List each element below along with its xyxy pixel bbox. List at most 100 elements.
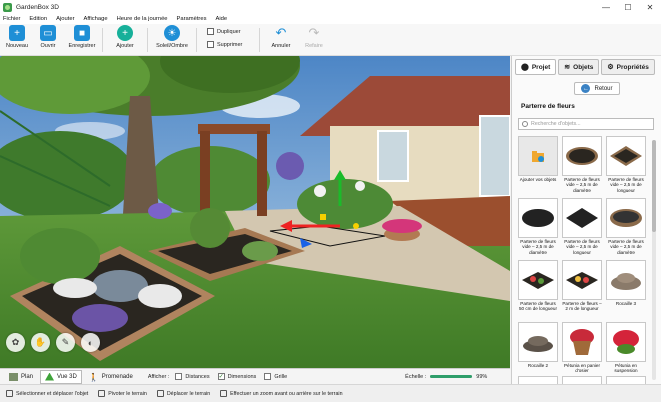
menu-help[interactable]: Aide bbox=[215, 16, 227, 22]
garden-scene bbox=[0, 56, 510, 368]
redo-button[interactable]: ↷ Refaire bbox=[295, 25, 333, 49]
tab-project-label: Projet bbox=[531, 63, 551, 71]
toolbar-separator bbox=[196, 28, 197, 52]
add-button[interactable]: + Ajouter bbox=[106, 25, 144, 49]
object-item[interactable] bbox=[562, 376, 602, 384]
object-caption: Parterre de fleurs vide – 2,5 m de diamè… bbox=[520, 239, 556, 255]
menu-file[interactable]: Fichier bbox=[3, 16, 20, 22]
object-item-add-own[interactable]: Ajouter vos objets bbox=[518, 136, 558, 182]
tilt-view-button[interactable]: ✎ bbox=[56, 333, 75, 352]
maximize-button[interactable]: ☐ bbox=[617, 0, 639, 14]
status-hint-text: Effectuer un zoom avant ou arrière sur l… bbox=[230, 390, 343, 397]
object-item[interactable]: Parterre de fleurs vide – 2,5 m de longu… bbox=[606, 136, 646, 193]
object-item[interactable]: Parterre de fleurs vide – 2,5 m de longu… bbox=[562, 198, 602, 255]
object-caption: Rocaille 2 bbox=[527, 363, 549, 368]
panel-tabs: ⬤ Projet ≋ Objets ⚙ Propriétés bbox=[515, 59, 657, 75]
object-thumbnail bbox=[562, 322, 602, 362]
planted-bed-icon bbox=[522, 272, 554, 289]
minimize-button[interactable]: — bbox=[595, 0, 617, 14]
menu-settings[interactable]: Paramètres bbox=[177, 16, 207, 22]
object-caption: Parterre de fleurs 50 cm de longueur bbox=[518, 301, 558, 312]
sun-label: Soleil/Ombre bbox=[156, 43, 188, 49]
scale-slider[interactable] bbox=[430, 375, 473, 378]
distances-checkbox[interactable]: Distances bbox=[175, 373, 210, 380]
app-icon bbox=[3, 2, 12, 12]
status-hint-text: Pivoter le terrain bbox=[108, 390, 147, 397]
menu-time-of-day[interactable]: Heure de la journée bbox=[117, 16, 168, 22]
object-item[interactable]: Rocaille 3 bbox=[606, 260, 646, 306]
toolbar-separator bbox=[102, 28, 103, 52]
tab-objects[interactable]: ≋ Objets bbox=[558, 59, 600, 75]
object-item[interactable]: Pétunia en suspension bbox=[606, 322, 646, 374]
purple-flowers bbox=[276, 152, 304, 180]
planted-bed-icon bbox=[566, 272, 598, 289]
scale-slider-fill bbox=[430, 375, 472, 378]
close-button[interactable]: ✕ bbox=[639, 0, 661, 14]
object-search-input[interactable]: Recherche d'objets... bbox=[518, 118, 654, 130]
rotate-handle[interactable] bbox=[353, 223, 359, 229]
menu-view[interactable]: Affichage bbox=[84, 16, 108, 22]
tab-3d-view[interactable]: Vue 3D bbox=[40, 369, 82, 384]
checkbox-unchecked bbox=[264, 373, 272, 380]
duplicate-button[interactable]: Dupliquer bbox=[207, 28, 241, 35]
panel-scrollbar[interactable] bbox=[652, 140, 656, 380]
object-thumbnail bbox=[518, 376, 558, 384]
delete-label: Supprimer bbox=[217, 41, 243, 48]
object-item[interactable] bbox=[518, 376, 558, 384]
menu-edit[interactable]: Edition bbox=[29, 16, 47, 22]
object-item[interactable]: Rocaille 2 bbox=[518, 322, 558, 368]
resize-handle[interactable] bbox=[320, 214, 326, 220]
menu-add[interactable]: Ajouter bbox=[56, 16, 74, 22]
walk-icon: 🚶 bbox=[88, 372, 99, 382]
status-hint-rotate: Pivoter le terrain bbox=[98, 390, 147, 397]
undo-label: Annuler bbox=[271, 43, 291, 49]
pan-view-button[interactable]: ✋ bbox=[31, 333, 50, 352]
object-item[interactable]: Pétunia en panier d'osier bbox=[562, 322, 602, 374]
save-label: Enregistrer bbox=[68, 43, 96, 49]
3d-viewport[interactable]: ✿ ✋ ✎ ◐ bbox=[0, 56, 510, 368]
pergola-post bbox=[257, 131, 267, 216]
layers-icon: ≋ bbox=[564, 64, 571, 71]
checkbox-checked: ✓ bbox=[217, 373, 225, 380]
checkbox-unchecked bbox=[175, 373, 183, 380]
tab-properties[interactable]: ⚙ Propriétés bbox=[601, 59, 655, 75]
object-caption: Pétunia en panier d'osier bbox=[563, 363, 600, 374]
grid-checkbox[interactable]: Grille bbox=[264, 373, 287, 380]
object-item[interactable]: Parterre de fleurs vide – 2,5 m de diamè… bbox=[606, 198, 646, 255]
redo-icon: ↷ bbox=[308, 25, 320, 40]
back-arrow-icon: ← bbox=[581, 84, 591, 93]
purple-flowers bbox=[148, 203, 172, 219]
object-caption: Parterre de fleurs vide – 2,5 m de longu… bbox=[564, 239, 600, 255]
house-door bbox=[479, 115, 510, 197]
object-item[interactable]: Parterre de fleurs – 2 m de longueur bbox=[562, 260, 602, 312]
save-button[interactable]: ■ Enregistrer bbox=[63, 25, 101, 49]
rotate-view-button[interactable]: ✿ bbox=[6, 333, 25, 352]
dimensions-checkbox[interactable]: ✓ Dimensions bbox=[217, 373, 256, 380]
tab-walk-label: Promenade bbox=[101, 373, 133, 380]
search-placeholder: Recherche d'objets... bbox=[531, 121, 581, 127]
zoom-view-button[interactable]: ◐ bbox=[81, 333, 100, 352]
object-item[interactable]: Parterre de fleurs vide – 2,5 m de diamè… bbox=[518, 198, 558, 255]
tab-plan[interactable]: Plan bbox=[4, 370, 38, 384]
toolbar: + Nouveau ▭ Ouvrir ■ Enregistrer + Ajout… bbox=[0, 24, 661, 56]
back-button[interactable]: ← Retour bbox=[574, 82, 620, 95]
tab-project[interactable]: ⬤ Projet bbox=[515, 59, 557, 75]
selected-flowerbed[interactable] bbox=[297, 179, 393, 229]
section-title: Parterre de fleurs bbox=[521, 103, 575, 110]
sun-shadow-button[interactable]: ☀ Soleil/Ombre bbox=[153, 25, 191, 49]
tab-walk[interactable]: 🚶 Promenade bbox=[84, 370, 138, 384]
distances-label: Distances bbox=[185, 373, 210, 380]
zoom-icon: ◐ bbox=[87, 337, 94, 348]
open-button[interactable]: ▭ Ouvrir bbox=[29, 25, 67, 49]
scrollbar-thumb[interactable] bbox=[652, 140, 656, 232]
object-item[interactable]: Parterre de fleurs 50 cm de longueur bbox=[518, 260, 558, 312]
delete-button[interactable]: Supprimer bbox=[207, 41, 242, 48]
object-item[interactable] bbox=[606, 376, 646, 384]
redo-label: Refaire bbox=[305, 43, 323, 49]
round-bed-icon bbox=[610, 209, 642, 227]
object-caption: Ajouter vos objets bbox=[519, 177, 557, 182]
project-icon: ⬤ bbox=[521, 64, 529, 71]
search-icon bbox=[522, 121, 528, 127]
object-item[interactable]: Parterre de fleurs vide – 2,5 m de diamè… bbox=[562, 136, 602, 193]
scale-label: Échelle : bbox=[405, 373, 427, 380]
